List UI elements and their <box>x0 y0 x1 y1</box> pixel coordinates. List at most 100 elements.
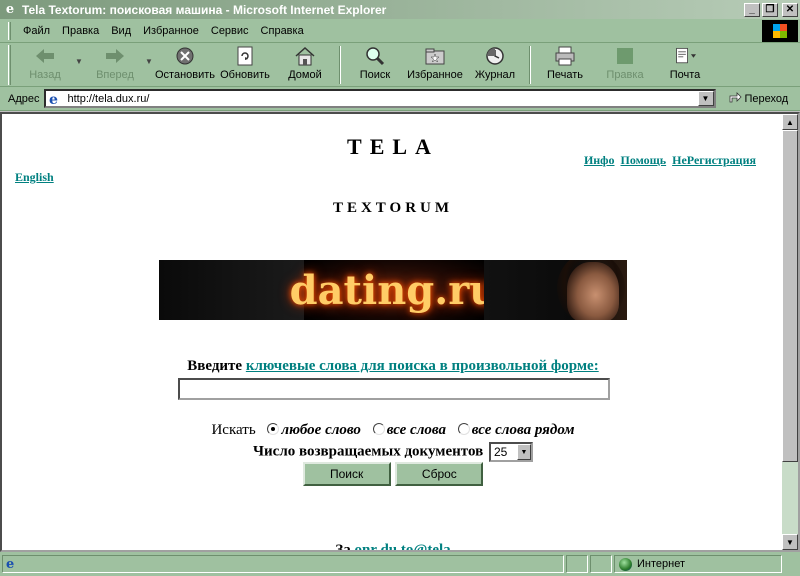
page-subtitle: TEXTORUM <box>332 200 454 216</box>
back-button[interactable]: Назад <box>15 43 75 85</box>
restore-button[interactable]: ❐ <box>762 2 778 17</box>
mode-any-radio[interactable] <box>267 423 280 436</box>
print-label: Печать <box>546 69 584 81</box>
page-icon: e <box>48 92 64 106</box>
address-bar: Адрес e http://tela.dux.ru/ ▼ Переход <box>0 87 800 111</box>
mail-label: Почта <box>669 69 701 81</box>
count-select[interactable]: 25 ▼ <box>488 442 533 462</box>
forward-button[interactable]: Вперед <box>85 43 145 85</box>
mode-near-label: все слова рядом <box>471 422 575 438</box>
search-label: Поиск <box>359 69 391 81</box>
form-buttons: Поиск Сброс <box>2 462 784 486</box>
forward-arrow-icon <box>104 46 126 66</box>
home-icon <box>294 46 316 66</box>
banner-photo <box>484 260 627 320</box>
forward-dropdown-icon[interactable]: ▼ <box>145 43 155 66</box>
edit-button[interactable]: Правка <box>595 43 655 85</box>
web-page: TELA Инфо Помощь НеРегистрация English T… <box>2 114 784 550</box>
menu-favorites[interactable]: Избранное <box>137 25 205 37</box>
globe-icon <box>619 557 632 571</box>
contact-line: За onr du to@tela <box>2 542 784 552</box>
mode-any-label: любое слово <box>281 422 361 438</box>
mode-label: Искать <box>211 422 256 438</box>
svg-text:e: e <box>6 557 14 570</box>
search-icon <box>364 46 386 66</box>
menu-edit[interactable]: Правка <box>56 25 105 37</box>
contact-link[interactable]: onr du to@tela <box>354 542 450 550</box>
menu-help[interactable]: Справка <box>255 25 310 37</box>
mail-icon <box>674 46 696 66</box>
menu-grip <box>8 21 11 40</box>
status-text-cell: e <box>2 555 564 573</box>
address-input[interactable]: e http://tela.dux.ru/ ▼ <box>43 89 716 108</box>
search-prompt: Введите ключевые слова для поиска в прои… <box>2 358 784 375</box>
refresh-icon <box>234 46 256 66</box>
status-cell <box>590 555 612 573</box>
edit-label: Правка <box>606 69 644 81</box>
search-submit-button[interactable]: Поиск <box>302 462 391 486</box>
count-label: Число возвращаемых документов <box>253 443 484 460</box>
menu-bar: Файл Правка Вид Избранное Сервис Справка <box>0 19 800 43</box>
scroll-down-icon[interactable]: ▼ <box>782 534 798 550</box>
mode-all-label: все слова <box>386 422 447 438</box>
close-button[interactable]: ✕ <box>782 2 798 17</box>
content-area: TELA Инфо Помощь НеРегистрация English T… <box>0 112 800 552</box>
address-label: Адрес <box>8 92 40 105</box>
mode-all-radio[interactable] <box>372 423 385 436</box>
forward-label: Вперед <box>96 69 134 81</box>
favorites-button[interactable]: Избранное <box>405 43 465 85</box>
vertical-scrollbar[interactable]: ▲ ▼ <box>782 114 798 550</box>
go-button[interactable]: Переход <box>728 90 789 107</box>
mode-near-radio[interactable] <box>457 423 470 436</box>
refresh-label: Обновить <box>220 69 270 81</box>
zone-label: Интернет <box>637 558 685 570</box>
ie-logo-icon: e <box>5 2 15 17</box>
info-link[interactable]: Инфо <box>584 153 615 167</box>
title-bar: e Tela Textorum: поисковая машина - Micr… <box>0 0 800 19</box>
refresh-button[interactable]: Обновить <box>215 43 275 85</box>
count-value: 25 <box>493 445 508 459</box>
query-input[interactable] <box>178 378 610 400</box>
edit-icon <box>614 46 636 66</box>
mail-button[interactable]: Почта <box>655 43 715 85</box>
reset-button[interactable]: Сброс <box>395 462 484 486</box>
security-zone: Интернет <box>614 555 782 573</box>
ad-banner[interactable]: dating.ru <box>159 260 627 320</box>
svg-text:e: e <box>49 92 58 106</box>
toolbar-separator <box>529 46 531 84</box>
home-button[interactable]: Домой <box>275 43 335 85</box>
windows-logo-icon <box>762 20 798 42</box>
history-button[interactable]: Журнал <box>465 43 525 85</box>
go-label: Переход <box>744 92 789 105</box>
menu-view[interactable]: Вид <box>105 25 137 37</box>
go-arrow-icon <box>728 90 742 107</box>
status-page-icon: e <box>5 556 19 573</box>
favorites-icon <box>424 46 446 66</box>
register-link[interactable]: НеРегистрация <box>672 153 756 167</box>
toolbar: Назад ▼ Вперед ▼ Остановить Обновить Дом… <box>0 43 800 87</box>
address-dropdown-icon[interactable]: ▼ <box>697 91 714 106</box>
scroll-up-icon[interactable]: ▲ <box>782 114 798 130</box>
history-icon <box>484 46 506 66</box>
minimize-button[interactable]: _ <box>744 2 760 17</box>
search-button[interactable]: Поиск <box>345 43 405 85</box>
menu-tools[interactable]: Сервис <box>205 25 255 37</box>
top-links: Инфо Помощь НеРегистрация <box>581 153 756 168</box>
stop-label: Остановить <box>154 69 216 81</box>
search-mode-row: Искать любое слово все слова все слова р… <box>2 422 784 439</box>
menu-file[interactable]: Файл <box>17 25 56 37</box>
chevron-down-icon: ▼ <box>516 444 531 460</box>
status-bar: e Интернет <box>0 552 800 576</box>
english-link[interactable]: English <box>15 170 54 185</box>
banner-logo-text: dating.ru <box>289 266 499 314</box>
print-button[interactable]: Печать <box>535 43 595 85</box>
status-cell <box>566 555 588 573</box>
print-icon <box>554 46 576 66</box>
stop-button[interactable]: Остановить <box>155 43 215 85</box>
contact-prefix: За <box>335 542 351 552</box>
scroll-thumb[interactable] <box>782 130 798 462</box>
back-dropdown-icon[interactable]: ▼ <box>75 43 85 66</box>
help-link[interactable]: Помощь <box>621 153 667 167</box>
keywords-help-link[interactable]: ключевые слова для поиска в произвольной… <box>246 358 599 374</box>
toolbar-grip <box>8 45 11 85</box>
